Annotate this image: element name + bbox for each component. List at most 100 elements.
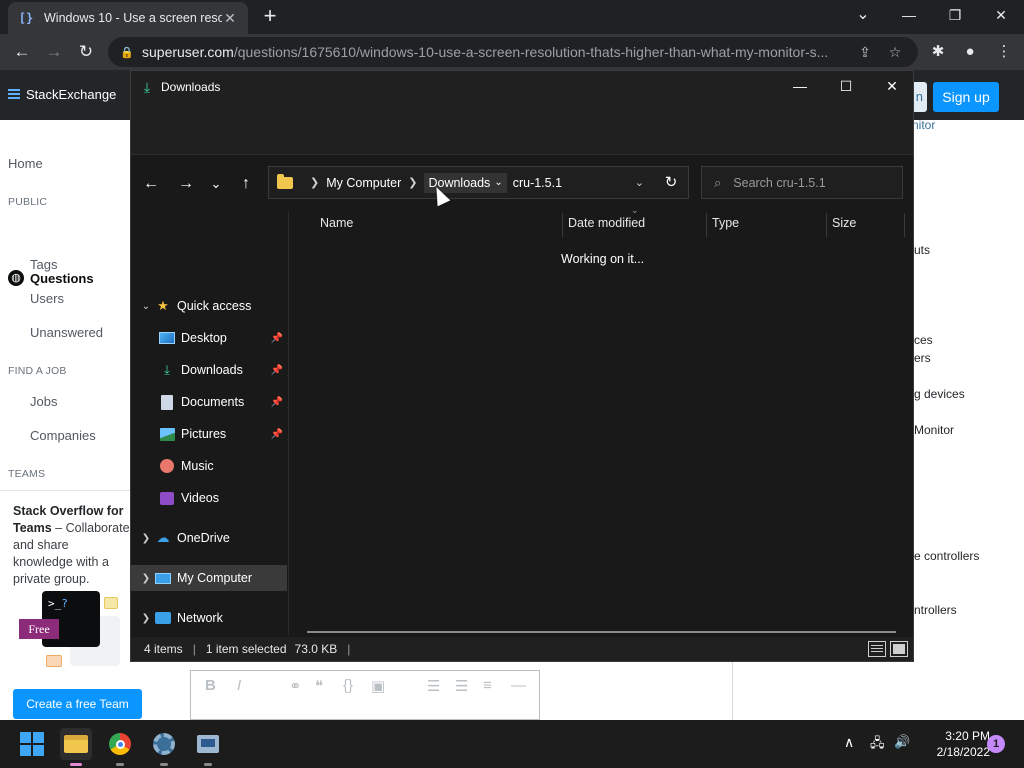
browser-reload-icon[interactable]: ↻ xyxy=(74,40,98,64)
start-button[interactable] xyxy=(16,728,48,760)
explorer-back-icon[interactable]: ← xyxy=(139,172,163,196)
nav-users[interactable]: Users xyxy=(30,291,64,306)
browser-forward-icon[interactable]: → xyxy=(42,40,66,64)
pictures-icon xyxy=(159,427,175,441)
nav-heading-public: PUBLIC xyxy=(8,196,48,208)
nav-home[interactable]: Home xyxy=(8,156,43,171)
browser-menu-icon[interactable]: ⋮ xyxy=(992,40,1016,64)
nav-quick-access[interactable]: ⌄ ★ Quick access xyxy=(131,293,287,319)
extensions-puzzle-icon[interactable]: ✱ xyxy=(926,40,950,64)
nav-my-computer[interactable]: ❯ My Computer xyxy=(131,565,287,591)
heading-icon[interactable]: ≡ xyxy=(483,677,492,694)
details-view-icon[interactable] xyxy=(868,641,886,657)
recent-locations-icon[interactable]: ⌄ xyxy=(204,172,228,196)
pin-icon[interactable]: 📌 xyxy=(271,397,283,408)
breadcrumb-my-computer[interactable]: My Computer xyxy=(326,176,401,190)
expand-right-icon[interactable]: ❯ xyxy=(139,613,153,624)
browser-back-icon[interactable]: ← xyxy=(10,40,34,64)
chevron-right-icon[interactable]: ❯ xyxy=(310,176,319,189)
videos-icon xyxy=(160,491,174,505)
large-icons-view-icon[interactable] xyxy=(890,641,908,657)
pin-icon[interactable]: 📌 xyxy=(271,429,283,440)
new-tab-button[interactable]: + xyxy=(258,4,282,28)
breadcrumb-cru[interactable]: cru-1.5.1 xyxy=(513,176,562,190)
nav-companies[interactable]: Companies xyxy=(30,428,96,443)
column-date-modified[interactable]: Date modified xyxy=(568,211,645,235)
chevron-down-icon[interactable]: ⌄ xyxy=(494,177,502,188)
signup-button[interactable]: Sign up xyxy=(933,82,999,112)
numbered-list-icon[interactable]: ☰ xyxy=(427,677,440,695)
rule-icon[interactable]: — xyxy=(511,677,526,694)
quote-icon[interactable]: ❝ xyxy=(315,677,323,695)
share-icon[interactable]: ⇪ xyxy=(854,44,876,61)
explorer-address-bar[interactable]: ❯ My Computer ❯ Downloads ⌄ cru-1.5.1 ⌄ xyxy=(268,166,689,199)
column-divider[interactable] xyxy=(706,213,707,237)
pin-icon[interactable]: 📌 xyxy=(271,333,283,344)
chevron-right-icon[interactable]: ❯ xyxy=(408,176,417,189)
nav-pictures[interactable]: Pictures 📌 xyxy=(131,421,287,447)
bookmark-star-icon[interactable]: ☆ xyxy=(884,44,906,61)
nav-documents[interactable]: Documents 📌 xyxy=(131,389,287,415)
profile-avatar-icon[interactable]: ● xyxy=(958,40,982,64)
pin-icon[interactable]: 📌 xyxy=(271,365,283,376)
nav-heading-find-a-job: FIND A JOB xyxy=(8,365,67,377)
nav-desktop[interactable]: Desktop 📌 xyxy=(131,325,287,351)
tab-search-button[interactable]: ⌄ xyxy=(840,0,886,30)
create-team-button[interactable]: Create a free Team xyxy=(13,689,142,719)
browser-restore-button[interactable]: ❐ xyxy=(932,0,978,30)
nav-unanswered[interactable]: Unanswered xyxy=(30,325,103,340)
tab-close-icon[interactable]: ✕ xyxy=(222,10,238,27)
stackexchange-logo[interactable]: Stack Exchange xyxy=(8,87,116,102)
column-type[interactable]: Type xyxy=(712,211,739,235)
up-folder-icon[interactable]: ↑ xyxy=(234,172,258,196)
teams-title: Stack Overflow for xyxy=(13,504,124,518)
nav-jobs[interactable]: Jobs xyxy=(30,394,57,409)
notification-badge[interactable]: 1 xyxy=(987,735,1005,753)
explorer-search-input[interactable]: ⌕ Search cru-1.5.1 xyxy=(701,166,903,199)
explorer-close-button[interactable]: ✕ xyxy=(869,71,915,101)
free-badge: Free xyxy=(19,619,59,639)
monitor-link-fragment[interactable]: nitor xyxy=(912,118,935,132)
browser-close-button[interactable]: ✕ xyxy=(978,0,1024,30)
taskbar-settings[interactable] xyxy=(148,728,180,766)
explorer-forward-icon[interactable]: → xyxy=(174,172,198,196)
address-history-chevron-icon[interactable]: ⌄ xyxy=(635,176,644,189)
explorer-maximize-button[interactable]: ☐ xyxy=(823,71,869,101)
bullet-list-icon[interactable]: ☰ xyxy=(455,677,468,695)
nav-questions[interactable]: ◍ Questions xyxy=(8,270,94,286)
image-icon[interactable]: ▣ xyxy=(371,677,385,695)
expand-right-icon[interactable]: ❯ xyxy=(139,573,153,584)
browser-tab[interactable]: [} Windows 10 - Use a screen resolu ✕ xyxy=(8,2,248,34)
taskbar-remote-desktop[interactable] xyxy=(192,728,224,766)
link-icon[interactable]: ⚭ xyxy=(289,677,302,695)
nav-onedrive[interactable]: ❯ ☁ OneDrive xyxy=(131,525,287,551)
browser-minimize-button[interactable]: — xyxy=(886,0,932,30)
column-divider[interactable] xyxy=(826,213,827,237)
volume-icon[interactable]: 🔊 xyxy=(894,734,910,750)
column-size[interactable]: Size xyxy=(832,211,856,235)
nav-tags[interactable]: Tags xyxy=(30,257,57,272)
nav-music[interactable]: Music xyxy=(131,453,287,479)
column-name[interactable]: Name xyxy=(320,211,353,235)
address-bar[interactable]: 🔒 superuser.com/questions/1675610/window… xyxy=(108,37,918,67)
sidebar-fragment: ers xyxy=(914,351,931,365)
column-divider[interactable] xyxy=(904,213,905,237)
taskbar-clock[interactable]: 3:20 PM 2/18/2022 xyxy=(920,728,990,760)
explorer-minimize-button[interactable]: — xyxy=(777,71,823,101)
taskbar-chrome[interactable] xyxy=(104,728,136,766)
bold-icon[interactable]: B xyxy=(205,677,216,694)
expand-down-icon[interactable]: ⌄ xyxy=(139,301,153,312)
taskbar-file-explorer[interactable] xyxy=(60,728,92,766)
cloud-icon: ☁ xyxy=(156,530,170,545)
tray-overflow-chevron-icon[interactable]: ∧ xyxy=(844,734,854,751)
network-status-icon[interactable]: 🖧 xyxy=(870,734,885,756)
nav-downloads[interactable]: ⤓ Downloads 📌 xyxy=(131,357,287,383)
expand-right-icon[interactable]: ❯ xyxy=(139,533,153,544)
nav-network[interactable]: ❯ Network xyxy=(131,605,287,631)
column-divider[interactable] xyxy=(562,213,563,237)
horizontal-scrollbar[interactable] xyxy=(307,631,896,633)
nav-videos[interactable]: Videos xyxy=(131,485,287,511)
code-icon[interactable]: {} xyxy=(343,677,353,694)
refresh-icon[interactable]: ↻ xyxy=(659,172,683,194)
italic-icon[interactable]: I xyxy=(237,677,241,694)
